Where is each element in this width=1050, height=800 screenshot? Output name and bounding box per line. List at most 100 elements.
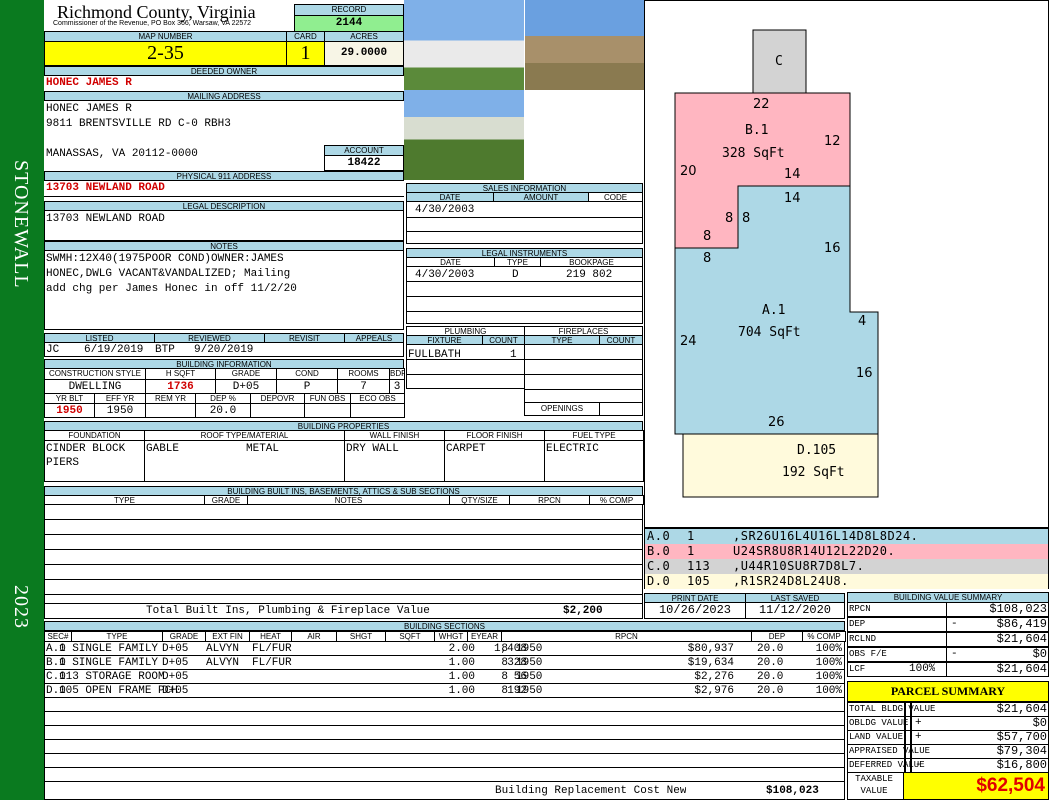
building-info-value [250,403,305,418]
value-summary-value: $21,604 [996,662,1047,676]
sketch-code-cell: ,U44R10SU8R7D8L7. [733,559,865,573]
house-photo-front[interactable] [404,0,524,90]
section-header: RPCN [501,631,752,642]
value-summary-value: $86,419 [996,617,1047,631]
parcel-summary-sign: + [915,717,922,729]
section-cell: FL/FUR [252,657,292,669]
dim: 8 [703,229,712,244]
sketch-label-d: D.105 [797,443,837,458]
table-row: C.0 113 STORAGE ROOM D+05 1.00 56 8 1950 $2,276… [45,670,844,684]
account-number: 18422 [324,155,404,171]
section-cell: 8 [501,685,508,697]
building-info-value: DWELLING [44,379,146,394]
dim: 8 [742,211,751,226]
reviewed-by: BTP [155,344,175,356]
section-cell: D+05 [162,685,189,697]
parcel-summary-value: $21,604 [996,702,1047,716]
sketch-code-cell: 1 [687,544,695,558]
section-header: % COMP [802,631,846,642]
section-header: WHGT [434,631,468,642]
section-cell: 1.00 [448,671,475,683]
building-info-value [350,403,405,418]
building-info-value: 7 [337,379,390,394]
section-cell: 1.00 [448,685,475,697]
row-divider [44,781,845,782]
sketch-code-cell: 105 [687,574,711,588]
section-cell: 1950 [516,657,543,669]
notes-line1: SWMH:12X40(1975POOR COND)OWNER:JAMES [46,253,284,265]
notes-line2: HONEC,DWLG VACANT&VANDALIZED; Mailing [46,268,291,280]
sketch-code-cell: U24SR8U8R14U12L22D20. [733,544,896,558]
parcel-summary-row-label: TOTAL BLDG VALUE [849,704,936,714]
parcel-summary-value: $79,304 [996,744,1047,758]
reviewed-date: 9/20/2019 [194,344,254,356]
mailing-label: MAILING ADDRESS [44,91,404,101]
mailing-line3: MANASSAS, VA 20112-0000 [46,148,198,160]
sketch-code-cell: 113 [687,559,711,573]
section-header: SHGT [336,631,386,642]
parcel-summary-value: $57,700 [996,730,1047,744]
physical-address: 13703 NEWLAND ROAD [46,182,165,194]
section-header: AIR [291,631,337,642]
owner-name: HONEC JAMES R [46,77,132,89]
section-cell: $2,276 [694,671,734,683]
lcf-percent: 100% [909,663,936,675]
print-date: 10/26/2023 [644,602,746,619]
section-cell: 8 [501,671,508,683]
building-info-value: 1736 [145,379,216,394]
office-address: Commissioner of the Revenue, PO Box 366,… [53,20,252,27]
sketch-code-cell: C.0 [647,559,671,573]
sketch-code-cell: A.0 [647,529,671,543]
dim: 24 [680,334,697,349]
house-photo-side[interactable] [525,0,644,90]
sketch-code-row: C.0 113 ,U44R10SU8R7D8L7. [645,559,1048,574]
section-cell: 105 OPEN FRAME PCH [59,685,178,697]
building-info-value: 1950 [44,403,95,418]
dim: 14 [784,191,801,206]
value-summary-row-label: DEP [849,619,866,629]
instr-date: 4/30/2003 [415,269,475,281]
building-info-value: 1950 [94,403,146,418]
table-row: D.0 105 OPEN FRAME PCH D+05 1.00 192 8 1950 $2,… [45,684,844,698]
building-info-value: 20.0 [195,403,251,418]
sketch-label-a: A.1 [762,303,786,318]
row-divider [44,739,845,740]
value-summary-sign: - [951,618,958,630]
section-cell: 100% [815,685,842,697]
taxable-label: TAXABLE [855,774,893,784]
house-photo-rear[interactable] [404,90,524,180]
dim: 20 [680,164,697,179]
sketch-code-cell: 1 [687,529,695,543]
property-fuel: ELECTRIC [546,443,599,455]
building-info-value: P [276,379,338,394]
card-number: 1 [286,41,325,66]
section-header: SQFT [385,631,435,642]
row-divider [44,767,845,768]
section-cell: 1950 [516,685,543,697]
sketch-label-c: C [775,54,783,69]
value-summary-value: $0 [1032,647,1047,661]
mailing-line2: 9811 BRENTSVILLE RD C-0 RBH3 [46,118,231,130]
section-cell: D+05 [162,671,189,683]
value-summary-row-label: LCF [849,664,866,674]
mailing-line1: HONEC JAMES R [46,103,132,115]
section-cell: FL/FUR [252,643,292,655]
sketch-area-d: 192 SqFt [782,465,845,480]
notes-line3: add chg per James Honec in off 11/2/20 [46,283,297,295]
dim: 26 [768,415,785,430]
property-foundation2: PIERS [46,457,80,469]
cost-new-label: Building Replacement Cost New [495,785,687,797]
property-floor: CARPET [446,443,486,455]
parcel-summary-row-label: LAND VALUE [849,732,904,742]
value-summary-row-label: RPCN [849,604,871,614]
section-header: EXT FIN [205,631,250,642]
section-cell: D+05 [162,657,189,669]
sketch-section-d [682,433,879,498]
sketch-area-b: 328 SqFt [722,146,785,161]
legal-description: 13703 NEWLAND ROAD [46,213,165,225]
builtins-total-label: Total Built Ins, Plumbing & Fireplace Va… [146,605,430,617]
sketch-code-row: A.0 1 ,SR26U16L4U16L14D8L8D24. [645,529,1048,544]
section-cell: 20.0 [757,685,784,697]
parcel-summary-row-label: APPRAISED VALUE [849,746,931,756]
dim: 14 [784,167,801,182]
